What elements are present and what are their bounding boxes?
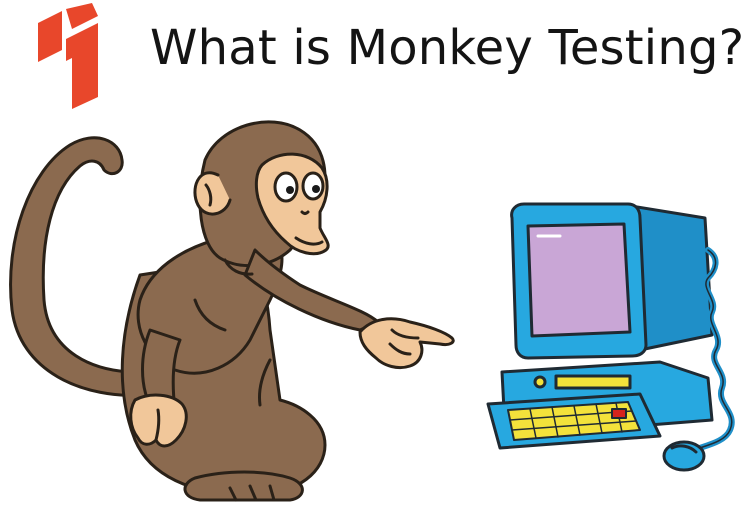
computer-illustration (486, 202, 735, 472)
monkey-eye-left (273, 171, 299, 203)
logo-shape-top (66, 3, 98, 29)
drive-slot (554, 374, 632, 390)
monkey-eye-right (301, 171, 325, 201)
monkey-foot (183, 470, 304, 502)
slide-title: What is Monkey Testing? (150, 20, 745, 76)
logo-shape-left (38, 11, 62, 62)
power-button (533, 375, 547, 389)
key-red (611, 408, 627, 419)
monkey-hand (358, 317, 455, 370)
illustration (9, 120, 735, 502)
logo-shape-right (66, 23, 98, 109)
brand-logo-icon (38, 3, 98, 109)
monkey-illustration (9, 120, 455, 502)
monitor-screen (526, 222, 632, 338)
